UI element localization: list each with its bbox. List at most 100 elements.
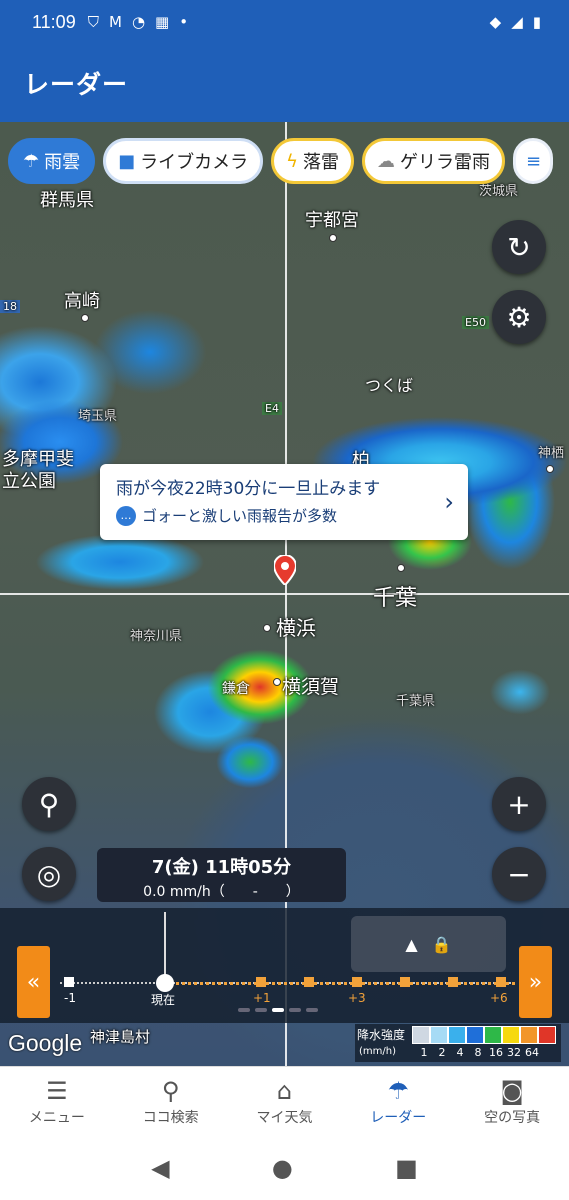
timeline-tick[interactable]: [400, 977, 410, 987]
lightning-icon: ϟ: [286, 150, 299, 172]
map-label: 神栖: [538, 446, 565, 461]
rewind-button[interactable]: «: [17, 946, 50, 1018]
minus-icon: −: [507, 857, 531, 891]
shield-icon: ⛉: [87, 13, 99, 31]
chip-guerrilla-storm[interactable]: ☁ ゲリラ雷雨: [362, 138, 506, 184]
timeline-label: +3: [348, 991, 366, 1005]
legend-swatch: [430, 1026, 448, 1044]
chip-lightning[interactable]: ϟ 落雷: [271, 138, 355, 184]
settings-button[interactable]: ⚙: [492, 290, 546, 344]
lock-toggle[interactable]: ▲ 🔒: [351, 916, 506, 972]
nav-my-weather[interactable]: ⌂ マイ天気: [228, 1067, 342, 1136]
timeline-tick[interactable]: [496, 977, 506, 987]
road-e50: E50: [462, 316, 489, 329]
camera-icon: ◙: [500, 1076, 524, 1105]
zoom-out-button[interactable]: −: [492, 847, 546, 901]
datetime-text: 7(金) 11時05分: [151, 857, 292, 878]
wind-icon: ≡: [526, 150, 542, 172]
timeline-tick[interactable]: [304, 977, 314, 987]
legend-value: 32: [507, 1046, 521, 1059]
timeline-tick[interactable]: [352, 977, 362, 987]
legend-value: 4: [456, 1046, 464, 1059]
back-icon[interactable]: ◀: [151, 1154, 169, 1182]
layer-chips: ☂ 雨雲 ■ ライブカメラ ϟ 落雷 ☁ ゲリラ雷雨 ≡: [8, 138, 554, 184]
nav-label: ココ検索: [142, 1109, 199, 1126]
search-icon: ⚲: [38, 787, 60, 821]
plus-icon: +: [507, 787, 531, 821]
timeline-label: 現在: [151, 993, 176, 1007]
timeline-label: +1: [253, 991, 271, 1005]
dot-icon: •: [179, 13, 189, 31]
timeline-label: +6: [490, 991, 508, 1005]
forecast-text: 雨が今夜22時30分に一旦止みます: [116, 479, 381, 499]
now-indicator: [164, 912, 166, 982]
nav-search[interactable]: ⚲ ココ検索: [114, 1067, 228, 1136]
legend-values: 1 2 4 8 16 32 64: [415, 1046, 541, 1059]
legend-unit: (mm/h): [359, 1046, 396, 1057]
legend-swatch: [412, 1026, 430, 1044]
legend-value: 16: [489, 1046, 503, 1059]
crosshair-horizontal: [0, 593, 569, 595]
time-display: 7(金) 11時05分 0.0 mm/h（ - ）: [97, 848, 346, 902]
rain-cloud-icon: ☂: [23, 150, 40, 172]
app-bar: レーダー: [0, 44, 569, 122]
status-bar: 11:09 ⛉ M ◔ ▦ • ◆ ◢ ▮: [0, 0, 569, 44]
lock-icon: 🔒: [431, 934, 452, 954]
timeline-tick[interactable]: [448, 977, 458, 987]
legend-value: 64: [525, 1046, 539, 1059]
wifi-icon: ◆: [489, 13, 502, 31]
legend-value: 2: [438, 1046, 446, 1059]
timeline-tick[interactable]: [64, 977, 74, 987]
timeline-tick[interactable]: [256, 977, 266, 987]
status-time: 11:09: [32, 11, 76, 32]
map-label: つくば: [365, 376, 414, 395]
city-dot: [329, 234, 337, 242]
search-button[interactable]: ⚲: [22, 777, 76, 831]
nav-radar[interactable]: ☂ レーダー: [341, 1067, 455, 1136]
fast-forward-button[interactable]: »: [519, 946, 552, 1018]
rain-forecast-popup[interactable]: 雨が今夜22時30分に一旦止みます … ゴォーと激しい雨報告が多数 ›: [100, 464, 468, 540]
legend-value: 1: [420, 1046, 428, 1059]
map-label: 神津島村: [90, 1028, 151, 1046]
map-label: 埼玉県: [78, 409, 118, 424]
map-label: 鎌倉: [222, 681, 250, 697]
precipitation-legend: 降水強度 (mm/h) 1 2 4 8 16 32 64: [355, 1024, 561, 1062]
signal-icon: ◢: [511, 13, 523, 31]
home-icon: ⌂: [276, 1076, 293, 1105]
nav-label: マイ天気: [256, 1109, 313, 1126]
timeline-slider-knob[interactable]: [156, 974, 174, 992]
map-label: 千葉県: [396, 694, 436, 709]
map-label: 高崎: [64, 291, 100, 312]
chip-label: 雨雲: [44, 152, 81, 173]
legend-value: 8: [474, 1046, 482, 1059]
camera-icon: ■: [118, 150, 136, 172]
home-icon[interactable]: ●: [272, 1154, 293, 1182]
fast-forward-icon: »: [528, 969, 543, 995]
legend-swatch: [484, 1026, 502, 1044]
map-label: 群馬県: [40, 190, 94, 211]
gear-icon: ⚙: [506, 300, 532, 334]
storm-icon: ☁: [377, 150, 396, 172]
zoom-in-button[interactable]: +: [492, 777, 546, 831]
nav-sky-photo[interactable]: ◙ 空の写真: [455, 1067, 569, 1136]
chip-label: ゲリラ雷雨: [400, 152, 491, 173]
nav-label: レーダー: [370, 1109, 427, 1126]
chip-label: 落雷: [303, 152, 340, 173]
locate-button[interactable]: ◎: [22, 847, 76, 901]
chip-live-camera[interactable]: ■ ライブカメラ: [103, 138, 264, 184]
search-icon: ⚲: [161, 1076, 180, 1105]
bottom-navigation: ☰ メニュー ⚲ ココ検索 ⌂ マイ天気 ☂ レーダー ◙ 空の写真: [0, 1066, 569, 1136]
map-label: 神奈川県: [130, 629, 183, 644]
road-e4: E4: [262, 402, 282, 415]
refresh-button[interactable]: ↻: [492, 220, 546, 274]
chip-more[interactable]: ≡: [513, 138, 554, 184]
umbrella-icon: ☂: [387, 1076, 410, 1105]
chip-rain-cloud[interactable]: ☂ 雨雲: [8, 138, 96, 184]
city-dot: [273, 678, 281, 686]
recents-icon[interactable]: ■: [395, 1154, 418, 1182]
timeline-label: -1: [64, 991, 76, 1005]
locate-icon: ◎: [36, 857, 62, 891]
road-18: 18: [0, 300, 20, 313]
battery-icon: ▮: [532, 13, 541, 31]
nav-menu[interactable]: ☰ メニュー: [0, 1067, 114, 1136]
